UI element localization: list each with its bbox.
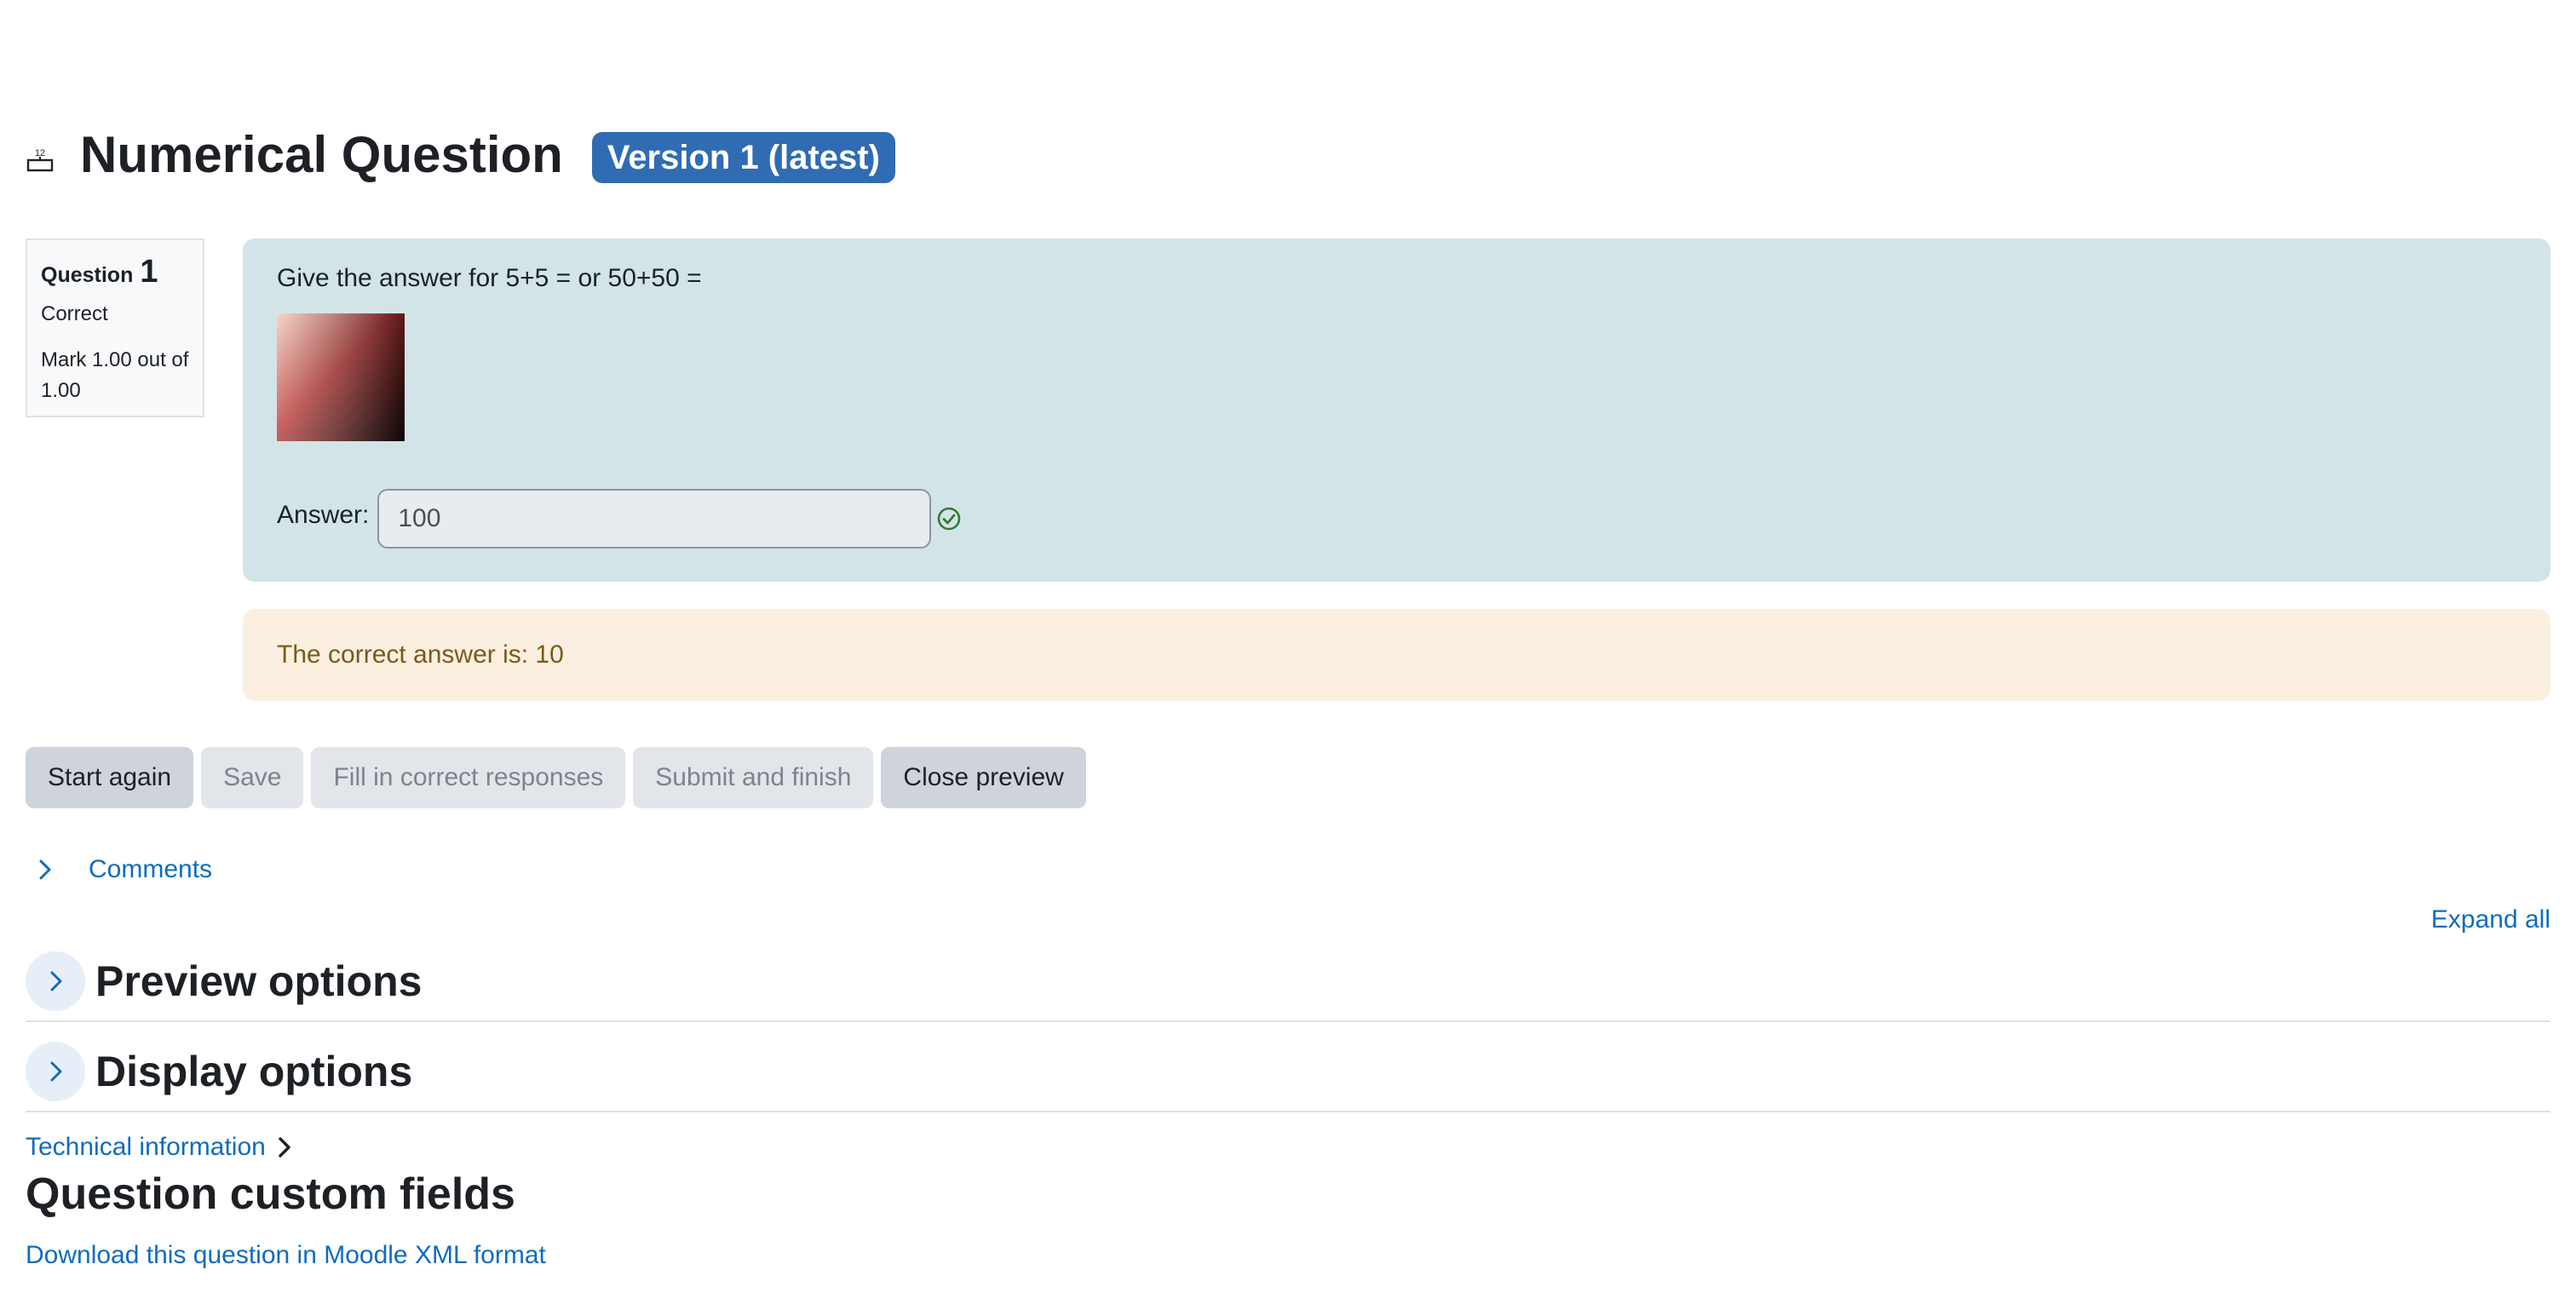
fill-correct-responses-button[interactable]: Fill in correct responses bbox=[311, 747, 626, 808]
outcome-feedback: The correct answer is: 10 bbox=[243, 609, 2550, 701]
page-title: Numerical Question bbox=[80, 126, 563, 183]
chevron-right-icon bbox=[50, 1061, 62, 1082]
comments-label: Comments bbox=[89, 855, 213, 883]
question-image bbox=[277, 313, 405, 441]
display-options-collapse-button[interactable] bbox=[26, 1042, 85, 1101]
chevron-right-icon bbox=[279, 1137, 290, 1158]
close-preview-button[interactable]: Close preview bbox=[881, 747, 1086, 808]
technical-information-link[interactable]: Technical information bbox=[26, 1133, 266, 1162]
comments-toggle[interactable]: Comments bbox=[26, 855, 212, 884]
answer-input[interactable] bbox=[377, 489, 932, 549]
question-formulation: Give the answer for 5+5 = or 50+50 = Ans… bbox=[243, 238, 2550, 582]
question-number-value: 1 bbox=[140, 254, 158, 290]
chevron-right-icon bbox=[39, 859, 51, 880]
correct-check-icon bbox=[938, 507, 961, 531]
answer-row: Answer: bbox=[277, 489, 2516, 549]
correct-answer-text: The correct answer is: 10 bbox=[277, 641, 564, 669]
page-heading: 12 Numerical Question Version 1 (latest) bbox=[26, 121, 895, 189]
custom-fields-heading: Question custom fields bbox=[26, 1169, 515, 1219]
preview-options-collapse-button[interactable] bbox=[26, 951, 85, 1011]
preview-options-title: Preview options bbox=[95, 957, 423, 1005]
expand-all-link[interactable]: Expand all bbox=[2431, 905, 2550, 934]
numerical-question-icon: 12 bbox=[26, 148, 54, 172]
chevron-right-icon bbox=[50, 971, 62, 991]
question-grade: Mark 1.00 out of 1.00 bbox=[41, 348, 189, 402]
version-badge: Version 1 (latest) bbox=[591, 132, 895, 183]
question-number: Question 1 bbox=[41, 254, 189, 290]
preview-options-section[interactable]: Preview options bbox=[26, 942, 2550, 1022]
display-options-title: Display options bbox=[95, 1048, 413, 1095]
submit-and-finish-button[interactable]: Submit and finish bbox=[633, 747, 874, 808]
answer-label: Answer: bbox=[277, 501, 370, 529]
question-text: Give the answer for 5+5 = or 50+50 = bbox=[277, 264, 702, 292]
preview-controls: Start again Save Fill in correct respons… bbox=[26, 747, 1086, 808]
start-again-button[interactable]: Start again bbox=[26, 747, 194, 808]
download-xml-link[interactable]: Download this question in Moodle XML for… bbox=[26, 1241, 546, 1270]
save-button[interactable]: Save bbox=[201, 747, 304, 808]
question-info-box: Question 1 Correct Mark 1.00 out of 1.00 bbox=[26, 238, 204, 417]
technical-information-toggle[interactable]: Technical information bbox=[26, 1133, 295, 1162]
display-options-section[interactable]: Display options bbox=[26, 1032, 2550, 1112]
question-state: Correct bbox=[41, 302, 108, 325]
question-number-label: Question bbox=[41, 263, 134, 287]
